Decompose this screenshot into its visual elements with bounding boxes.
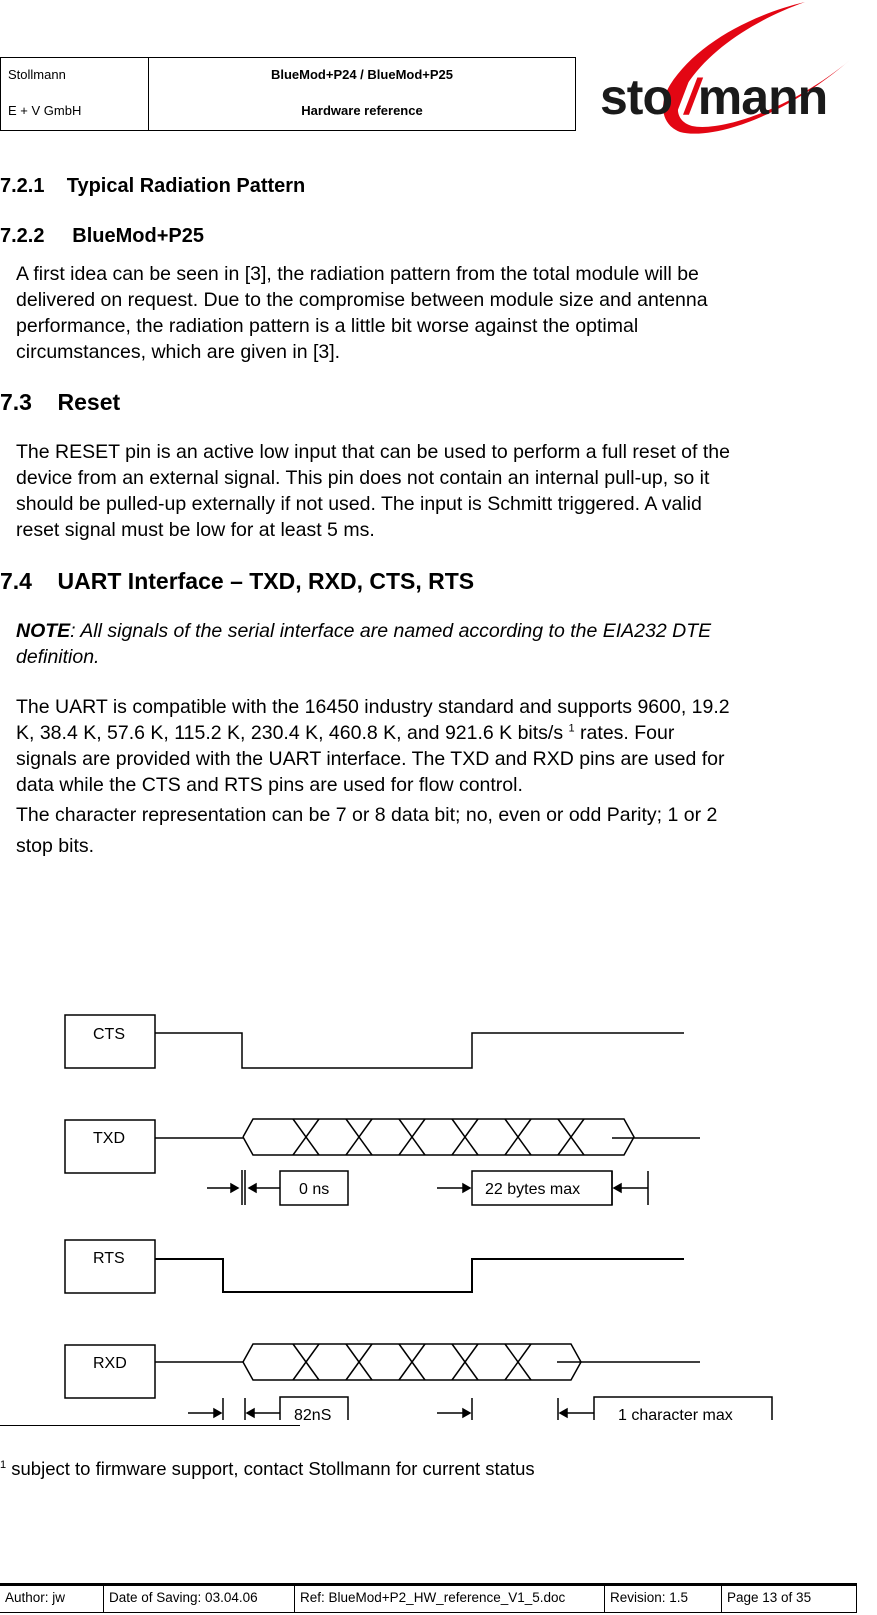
rts-waveform bbox=[155, 1258, 684, 1293]
company-name: Stollmann bbox=[8, 67, 66, 82]
text-line: reset signal must be low for at least 5 … bbox=[16, 519, 375, 541]
text-line: The RESET pin is an active low input tha… bbox=[16, 441, 730, 463]
text-line: performance, the radiation pattern is a … bbox=[16, 315, 639, 337]
note-text: : All signals of the serial interface ar… bbox=[70, 620, 712, 642]
company-suffix: E + V GmbH bbox=[8, 103, 82, 118]
footer-page: Page 13 of 35 bbox=[721, 1586, 857, 1612]
note-paragraph: NOTE: All signals of the serial interfac… bbox=[16, 618, 866, 670]
text-line: The character representation can be 7 or… bbox=[16, 804, 718, 826]
footnote: 1 subject to firmware support, contact S… bbox=[0, 1458, 535, 1480]
paragraph-uart: The UART is compatible with the 16450 in… bbox=[16, 694, 866, 798]
heading-7-4: 7.4 UART Interface – TXD, RXD, CTS, RTS bbox=[0, 568, 475, 594]
uart-timing-diagram: CTS TXD 0 ns 22 bytes max RTS RXD 82nS 1… bbox=[64, 1014, 773, 1420]
rts-signal: RTS bbox=[64, 1239, 684, 1294]
text-line: circumstances, which are given in [3]. bbox=[16, 341, 341, 363]
txd-signal: TXD 0 ns 22 bytes max bbox=[64, 1118, 700, 1206]
logo-wordmark: sto//mann bbox=[600, 68, 828, 126]
paragraph-character: The character representation can be 7 or… bbox=[16, 800, 866, 862]
logo-text-left: sto bbox=[600, 69, 673, 125]
paragraph-radiation: A first idea can be seen in [3], the rad… bbox=[16, 261, 866, 365]
product-name: BlueMod+P24 / BlueMod+P25 bbox=[270, 67, 454, 82]
cts-waveform bbox=[155, 1032, 684, 1069]
note-text-cont: definition. bbox=[16, 646, 100, 668]
cts-label: CTS bbox=[93, 1026, 125, 1043]
document-type: Hardware reference bbox=[301, 103, 423, 118]
footer-revision: Revision: 1.5 bbox=[604, 1586, 721, 1612]
header-table: Stollmann E + V GmbH BlueMod+P24 / BlueM… bbox=[0, 57, 576, 131]
rxd-data-bus bbox=[242, 1343, 582, 1381]
footnote-text: subject to firmware support, contact Sto… bbox=[6, 1458, 535, 1479]
footer-ref: Ref: BlueMod+P2_HW_reference_V1_5.doc bbox=[294, 1586, 604, 1612]
text-line: The UART is compatible with the 16450 in… bbox=[16, 696, 730, 718]
txd-max-label: 22 bytes max bbox=[485, 1181, 580, 1198]
txd-data-bus bbox=[242, 1118, 635, 1156]
rts-label: RTS bbox=[93, 1250, 125, 1267]
heading-7-3: 7.3 Reset bbox=[0, 389, 121, 415]
text-line: stop bits. bbox=[16, 835, 95, 857]
rxd-signal: RXD 82nS 1 character max bbox=[64, 1343, 773, 1420]
note-label: NOTE bbox=[16, 620, 71, 642]
txd-delay-label: 0 ns bbox=[299, 1181, 329, 1198]
logo-text-mid: // bbox=[672, 69, 699, 125]
stollmann-logo: sto//mann bbox=[600, 0, 877, 140]
arrow-head-icon bbox=[230, 1182, 240, 1194]
txd-label: TXD bbox=[93, 1130, 125, 1147]
arrow-head-icon bbox=[213, 1407, 223, 1419]
text-line: A first idea can be seen in [3], the rad… bbox=[16, 263, 699, 285]
text-line: data while the CTS and RTS pins are used… bbox=[16, 774, 523, 796]
logo-text-right: mann bbox=[697, 69, 828, 125]
rxd-max-label: 1 character max bbox=[618, 1407, 733, 1420]
text-line: should be pulled-up externally if not us… bbox=[16, 493, 702, 515]
text-line: delivered on request. Due to the comprom… bbox=[16, 289, 708, 311]
heading-7-2-2: 7.2.2 BlueMod+P25 bbox=[0, 225, 204, 247]
footer-date: Date of Saving: 03.04.06 bbox=[103, 1586, 294, 1612]
cts-signal: CTS bbox=[64, 1014, 684, 1069]
arrow-head-icon bbox=[462, 1182, 472, 1194]
footer-author: Author: jw bbox=[5, 1590, 66, 1605]
footnote-separator bbox=[0, 1425, 300, 1426]
text-line: K, 38.4 K, 57.6 K, 115.2 K, 230.4 K, 460… bbox=[16, 722, 675, 744]
footer-table: Author: jw Date of Saving: 03.04.06 Ref:… bbox=[0, 1583, 857, 1613]
paragraph-reset: The RESET pin is an active low input tha… bbox=[16, 439, 866, 543]
heading-7-2-1: 7.2.1 Typical Radiation Pattern bbox=[0, 175, 306, 197]
arrow-head-icon bbox=[462, 1407, 472, 1419]
text-line: signals are provided with the UART inter… bbox=[16, 748, 725, 770]
footer-border bbox=[856, 1586, 857, 1612]
bus-outline bbox=[242, 1118, 635, 1156]
text-line: device from an external signal. This pin… bbox=[16, 467, 710, 489]
rxd-label: RXD bbox=[93, 1355, 127, 1372]
rxd-delay-label: 82nS bbox=[294, 1407, 331, 1420]
